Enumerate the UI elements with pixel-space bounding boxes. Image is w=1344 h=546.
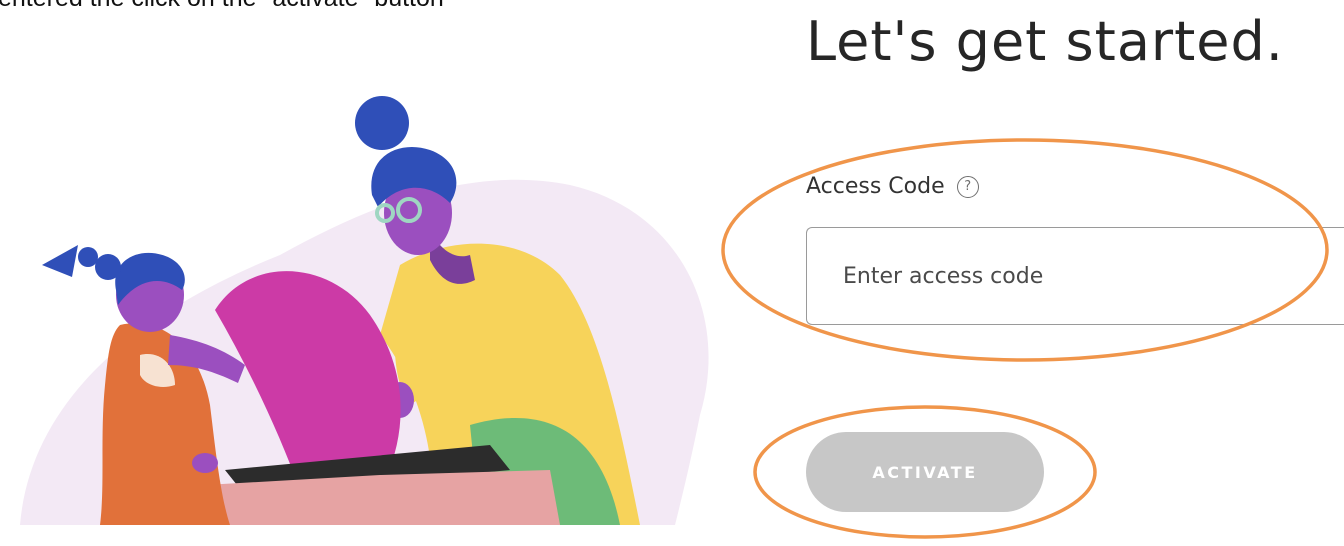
illustration-woman-hair-bun: [355, 96, 409, 150]
access-code-label-text: Access Code: [806, 174, 945, 199]
access-code-input[interactable]: [806, 227, 1344, 325]
screenshot-caption: entered the click on the "activate" butt…: [0, 0, 444, 13]
illustration-people-opening-box: [20, 96, 709, 525]
activate-button[interactable]: ACTIVATE: [806, 432, 1044, 512]
illustration-girl-hand: [192, 453, 218, 473]
illustration-girl-ponytail: [42, 245, 78, 277]
illustration-girl-hair-ball: [78, 247, 98, 267]
help-icon[interactable]: ?: [956, 175, 979, 198]
illustration-girl-hair-ball: [95, 254, 121, 280]
page-title: Let's get started.: [806, 10, 1284, 73]
access-code-label: Access Code ?: [806, 174, 979, 199]
